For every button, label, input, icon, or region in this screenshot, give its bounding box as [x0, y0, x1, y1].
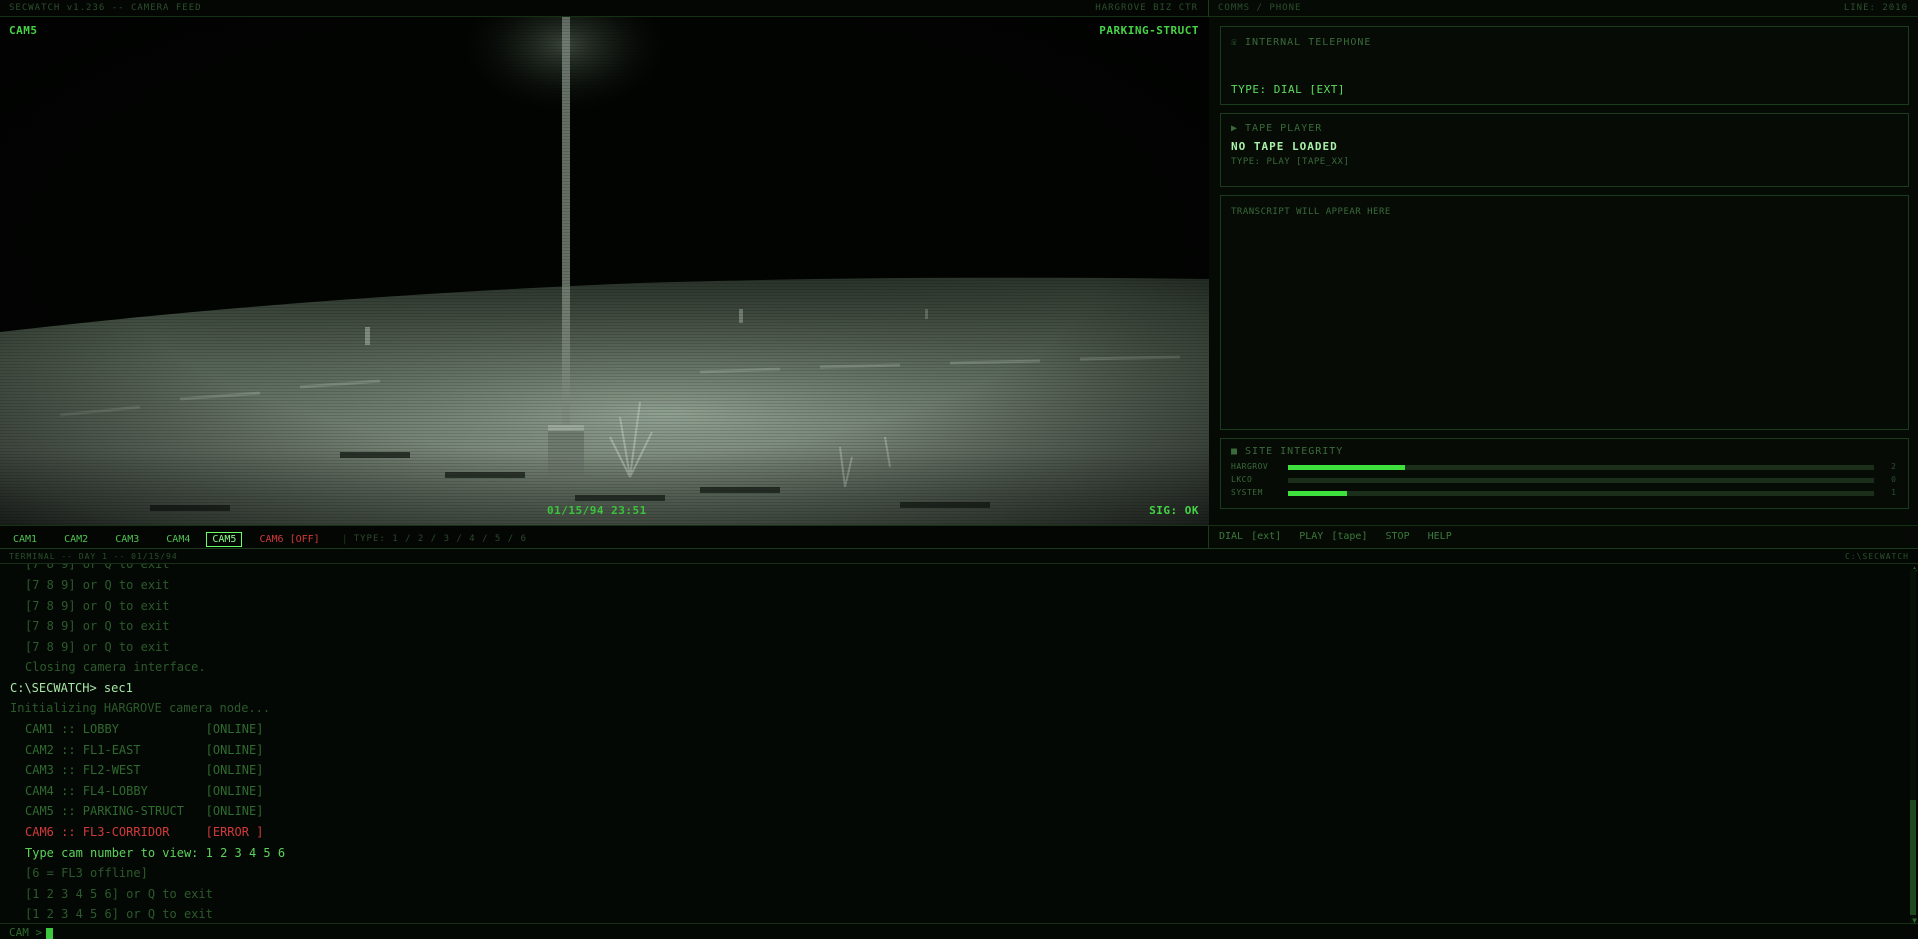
terminal-cursor[interactable] — [46, 927, 54, 939]
tab-cam1[interactable]: CAM1 — [8, 533, 42, 546]
camera-feed: CAM5 PARKING-STRUCT 01/15/94 23:51 SIG: … — [0, 17, 1209, 525]
terminal-line: CAM4 :: FL4-LOBBY [ONLINE] — [25, 783, 264, 798]
terminal-line: [7 8 9] or Q to exit — [25, 598, 170, 613]
help-command[interactable]: HELP — [1428, 531, 1452, 542]
terminal-line: [7 8 9] or Q to exit — [25, 619, 170, 634]
integrity-row-hargrov: HARGROV 2 — [1231, 462, 1896, 472]
telephone-type-hint: TYPE: DIAL [EXT] — [1231, 83, 1345, 96]
integrity-value: 0 — [1891, 475, 1896, 484]
terminal-prompt: CAM > — [9, 926, 43, 939]
feed-timestamp: 01/15/94 23:51 — [547, 504, 647, 517]
terminal-line: CAM1 :: LOBBY [ONLINE] — [25, 722, 264, 737]
terminal-line: Initializing HARGROVE camera node... — [10, 701, 271, 716]
terminal-line: [1 2 3 4 5 6] or Q to exit — [25, 907, 213, 922]
terminal-line: Type cam number to view: 1 2 3 4 5 6 — [25, 845, 286, 860]
comms-line-number: LINE: 2010 — [1843, 3, 1908, 13]
terminal-lines: [7 8 9] or Q to exit [7 8 9] or Q to exit… — [10, 564, 1900, 925]
camera-site-name: HARGROVE BIZ CTR — [1095, 3, 1198, 13]
telephone-title: ☏ INTERNAL TELEPHONE — [1231, 37, 1372, 48]
terminal-line: Closing camera interface. — [25, 660, 206, 675]
transcript-placeholder: TRANSCRIPT WILL APPEAR HERE — [1231, 207, 1391, 217]
terminal-line: [7 8 9] or Q to exit — [25, 639, 170, 654]
camera-pane: SECWATCH v1.236 -- CAMERA FEED HARGROVE … — [0, 0, 1209, 548]
integrity-bar — [1288, 465, 1874, 470]
top-area: SECWATCH v1.236 -- CAMERA FEED HARGROVE … — [0, 0, 1918, 548]
integrity-row-system: SYSTEM 1 — [1231, 488, 1896, 498]
terminal-input-line[interactable]: CAM > — [0, 923, 1918, 939]
terminal-line: [7 8 9] or Q to exit — [25, 564, 170, 572]
tape-player-title: ▶ TAPE PLAYER — [1231, 123, 1323, 134]
camera-type-hint: TYPE: 1 / 2 / 3 / 4 / 5 / 6 — [353, 534, 528, 544]
tape-status: NO TAPE LOADED — [1231, 140, 1338, 153]
terminal-output: [7 8 9] or Q to exit [7 8 9] or Q to exit… — [0, 564, 1900, 925]
terminal-line: CAM6 :: FL3-CORRIDOR [ERROR ] — [25, 825, 264, 840]
camera-app-title: SECWATCH v1.236 -- CAMERA FEED — [9, 3, 202, 13]
terminal-line: CAM3 :: FL2-WEST [ONLINE] — [25, 763, 264, 778]
integrity-fill — [1288, 465, 1406, 470]
terminal-line: C:\SECWATCH> sec1 — [10, 680, 133, 695]
comms-pane-header: COMMS / PHONE LINE: 2010 — [1209, 0, 1918, 17]
dial-command[interactable]: DIAL [ext] — [1219, 531, 1281, 542]
integrity-bar — [1288, 478, 1874, 483]
transcript-panel[interactable]: TRANSCRIPT WILL APPEAR HERE — [1220, 195, 1909, 430]
feed-signal-status: SIG: OK — [1149, 504, 1199, 517]
camera-pane-header: SECWATCH v1.236 -- CAMERA FEED HARGROVE … — [0, 0, 1208, 17]
terminal-scroll-thumb[interactable] — [1910, 800, 1916, 915]
terminal-line: CAM2 :: FL1-EAST [ONLINE] — [25, 742, 264, 757]
tape-type-hint: TYPE: PLAY [TAPE_XX] — [1231, 157, 1350, 167]
terminal-title: TERMINAL -- DAY 1 -- 01/15/94 — [9, 552, 178, 561]
integrity-fill — [1288, 491, 1347, 496]
integrity-row-lkco: LKCO 0 — [1231, 475, 1896, 485]
integrity-value: 2 — [1891, 462, 1896, 471]
terminal-line: [6 = FL3 offline] — [25, 866, 148, 881]
terminal-header: TERMINAL -- DAY 1 -- 01/15/94 C:\SECWATC… — [0, 549, 1918, 564]
feed-location: PARKING-STRUCT — [1099, 24, 1199, 37]
tab-cam2[interactable]: CAM2 — [59, 533, 93, 546]
terminal-line: [7 8 9] or Q to exit — [25, 577, 170, 592]
comms-command-bar: DIAL [ext] PLAY [tape] STOP HELP — [1209, 525, 1918, 548]
integrity-label: SYSTEM — [1231, 488, 1263, 497]
terminal-line: CAM5 :: PARKING-STRUCT [ONLINE] — [25, 804, 264, 819]
internal-telephone-panel: ☏ INTERNAL TELEPHONE TYPE: DIAL [EXT] — [1220, 26, 1909, 105]
camera-tab-bar: CAM1 CAM2 CAM3 CAM4 CAM5 CAM6 [OFF] | TY… — [0, 525, 1209, 548]
secwatch-app: SECWATCH v1.236 -- CAMERA FEED HARGROVE … — [0, 0, 1918, 939]
tab-cam5[interactable]: CAM5 — [206, 531, 243, 547]
integrity-label: LKCO — [1231, 475, 1253, 484]
terminal-path: C:\SECWATCH — [1845, 552, 1909, 561]
stop-command[interactable]: STOP — [1386, 531, 1410, 542]
terminal-line: [1 2 3 4 5 6] or Q to exit — [25, 886, 213, 901]
tab-cam6[interactable]: CAM6 [OFF] — [254, 533, 324, 546]
comms-title: COMMS / PHONE — [1218, 3, 1302, 13]
integrity-bar — [1288, 491, 1874, 496]
play-command[interactable]: PLAY [tape] — [1299, 531, 1367, 542]
site-integrity-title: ■ SITE INTEGRITY — [1231, 446, 1344, 457]
tab-cam3[interactable]: CAM3 — [110, 533, 144, 546]
feed-camera-id: CAM5 — [9, 24, 38, 37]
comms-pane: COMMS / PHONE LINE: 2010 ☏ INTERNAL TELE… — [1209, 0, 1918, 548]
tab-cam4[interactable]: CAM4 — [161, 533, 195, 546]
integrity-label: HARGROV — [1231, 462, 1269, 471]
integrity-value: 1 — [1891, 488, 1896, 497]
terminal-pane: TERMINAL -- DAY 1 -- 01/15/94 C:\SECWATC… — [0, 548, 1918, 939]
tape-player-panel: ▶ TAPE PLAYER NO TAPE LOADED TYPE: PLAY … — [1220, 113, 1909, 187]
site-integrity-panel: ■ SITE INTEGRITY HARGROV 2 LKCO 0 SYSTEM… — [1220, 438, 1909, 509]
terminal-scrollbar[interactable] — [1910, 569, 1916, 925]
tab-separator: | — [341, 533, 348, 545]
parking-scene — [0, 17, 1209, 525]
